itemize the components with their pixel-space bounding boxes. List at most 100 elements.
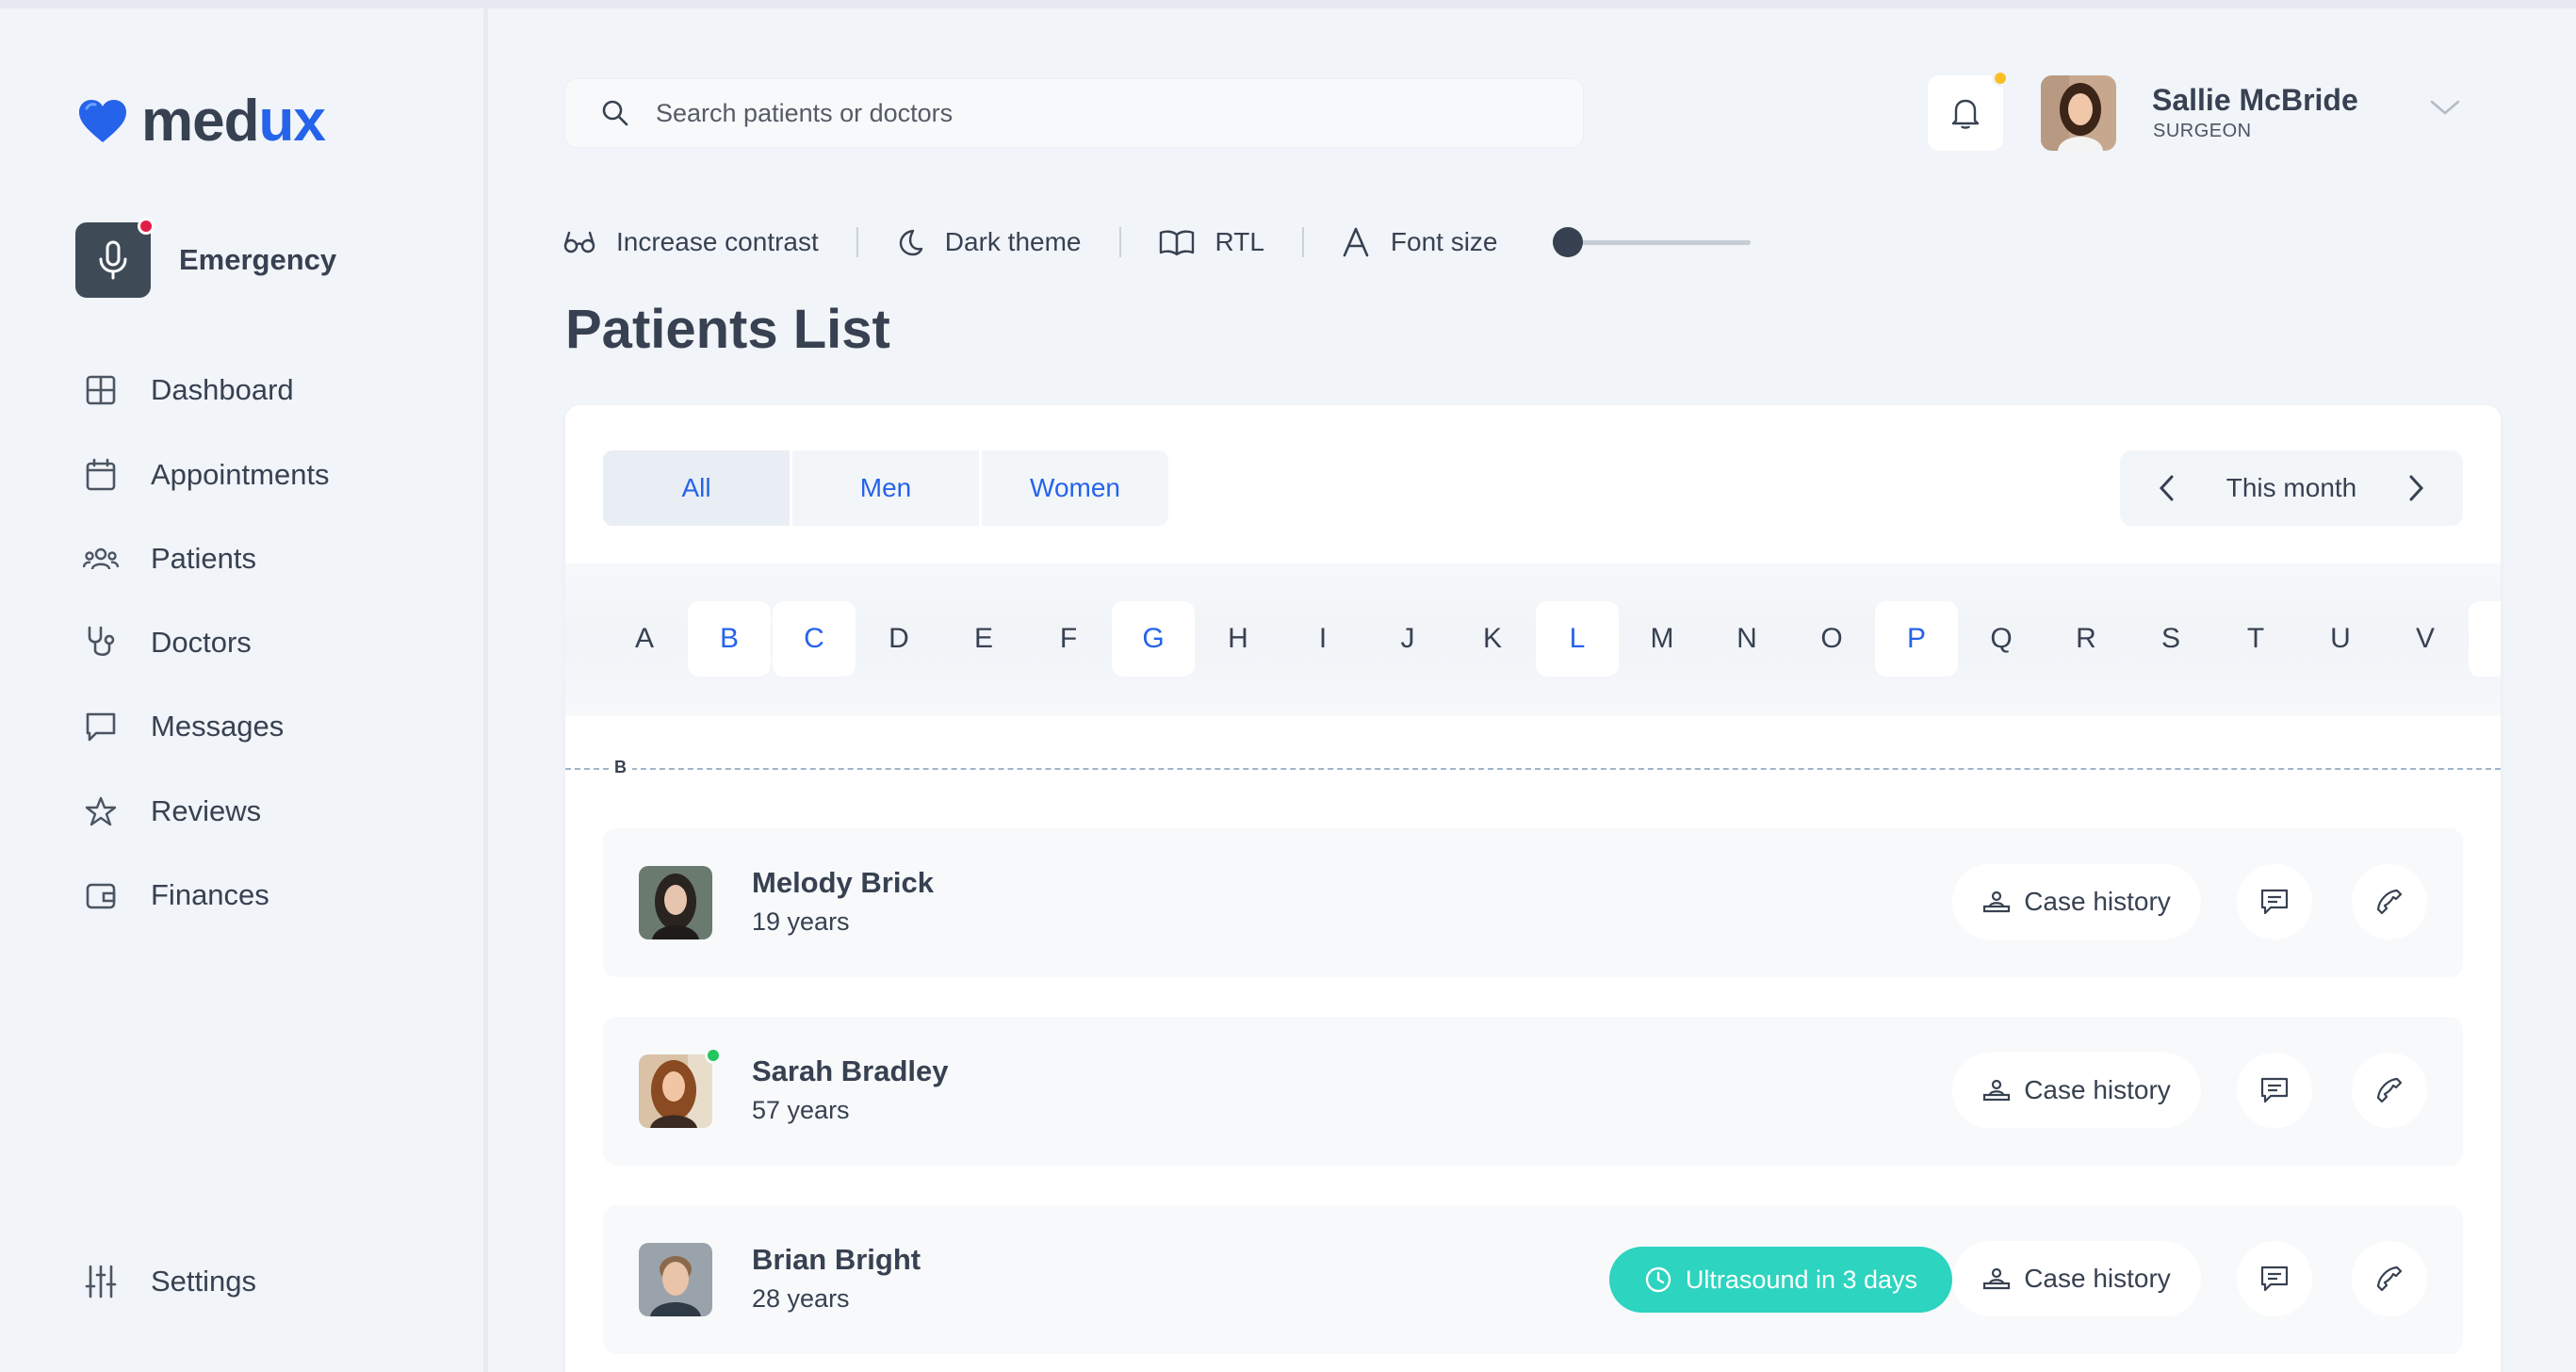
letter-filter-g[interactable]: G: [1112, 601, 1195, 677]
letter-filter-f[interactable]: F: [1027, 601, 1110, 677]
nav-item-finances[interactable]: Finances: [81, 875, 269, 915]
letter-filter-r[interactable]: R: [2045, 601, 2128, 677]
bell-icon: [1951, 97, 1980, 129]
online-status-dot: [705, 1047, 722, 1064]
patient-row[interactable]: Melody Brick 19 years Case history: [603, 828, 2463, 977]
message-button[interactable]: [2237, 1053, 2312, 1128]
patients-card: All Men Women This month ABCDEFGHIJKLMNO…: [565, 405, 2501, 1372]
letter-filter-m[interactable]: M: [1621, 601, 1704, 677]
dark-theme-toggle[interactable]: Dark theme: [896, 227, 1082, 257]
nav-item-settings[interactable]: Settings: [81, 1262, 256, 1301]
patient-avatar[interactable]: [639, 866, 712, 939]
letter-filter-p[interactable]: P: [1875, 601, 1958, 677]
letter-filter-t[interactable]: T: [2214, 601, 2297, 677]
top-strip: [0, 0, 2576, 8]
font-size-slider[interactable]: [1552, 223, 1760, 261]
letter-filter-i[interactable]: I: [1281, 601, 1364, 677]
phone-icon: [2375, 1076, 2404, 1104]
toolbar-separator: [1118, 227, 1121, 257]
toolbar-separator: [1301, 227, 1304, 257]
microphone-icon: [97, 240, 129, 280]
search-bar[interactable]: [565, 79, 1583, 147]
patient-name[interactable]: Brian Bright: [752, 1243, 921, 1277]
emergency-button[interactable]: Emergency: [75, 218, 337, 298]
message-button[interactable]: [2237, 1241, 2312, 1316]
group-divider: [565, 768, 2501, 770]
user-avatar[interactable]: [2041, 75, 2116, 151]
patient-avatar[interactable]: [639, 1243, 712, 1316]
chevron-right-icon[interactable]: [2406, 474, 2425, 502]
case-history-button[interactable]: Case history: [1952, 1053, 2201, 1128]
glasses-icon: [563, 230, 595, 254]
letter-filter-o[interactable]: O: [1790, 601, 1873, 677]
message-button[interactable]: [2237, 864, 2312, 939]
nav-label: Finances: [151, 878, 269, 911]
nav-label: Dashboard: [151, 373, 294, 406]
notifications-button[interactable]: [1928, 70, 2009, 151]
nav-item-dashboard[interactable]: Dashboard: [81, 370, 294, 410]
letter-filter-q[interactable]: Q: [1960, 601, 2043, 677]
call-button[interactable]: [2352, 1241, 2427, 1316]
letter-filter-u[interactable]: U: [2299, 601, 2382, 677]
nav-label: Doctors: [151, 626, 252, 659]
letter-filter-v[interactable]: V: [2384, 601, 2467, 677]
patient-age: 28 years: [752, 1284, 850, 1313]
patient-row[interactable]: Brian Bright 28 years Ultrasound in 3 da…: [603, 1205, 2463, 1354]
nav-item-messages[interactable]: Messages: [81, 707, 284, 746]
nav-item-doctors[interactable]: Doctors: [81, 623, 252, 662]
letter-filter-s[interactable]: S: [2129, 601, 2212, 677]
letter-filter-c[interactable]: C: [773, 601, 856, 677]
letter-filter-h[interactable]: H: [1197, 601, 1280, 677]
nav-label: Reviews: [151, 794, 262, 827]
message-icon: [81, 707, 121, 746]
letter-filter-a[interactable]: A: [603, 601, 686, 677]
moon-icon: [896, 228, 924, 256]
increase-contrast-toggle[interactable]: Increase contrast: [563, 227, 819, 257]
slider-knob[interactable]: [1552, 227, 1583, 257]
appointment-badge-label: Ultrasound in 3 days: [1685, 1265, 1918, 1294]
case-history-label: Case history: [2024, 1264, 2171, 1293]
user-role: SURGEON: [2153, 121, 2252, 141]
message-icon: [2259, 1076, 2290, 1104]
nav-item-appointments[interactable]: Appointments: [81, 455, 330, 495]
dark-theme-label: Dark theme: [944, 227, 1082, 256]
heart-logo-icon: [77, 99, 128, 144]
emergency-mic-tile[interactable]: [75, 218, 155, 298]
case-history-button[interactable]: Case history: [1952, 864, 2201, 939]
tab-women[interactable]: Women: [982, 450, 1168, 526]
patient-name[interactable]: Sarah Bradley: [752, 1054, 949, 1088]
logo[interactable]: medux: [77, 88, 326, 155]
user-name: Sallie McBride: [2152, 83, 2358, 117]
page-title: Patients List: [565, 299, 890, 360]
rtl-label: RTL: [1215, 227, 1264, 256]
patient-avatar[interactable]: [639, 1054, 712, 1128]
letter-filter-d[interactable]: D: [857, 601, 940, 677]
emergency-label: Emergency: [179, 243, 337, 276]
sliders-icon: [81, 1262, 121, 1301]
call-button[interactable]: [2352, 1053, 2427, 1128]
letter-filter-j[interactable]: J: [1366, 601, 1449, 677]
chevron-left-icon[interactable]: [2158, 474, 2177, 502]
letter-filter-b[interactable]: B: [688, 601, 771, 677]
case-history-label: Case history: [2024, 1075, 2171, 1104]
rtl-toggle[interactable]: RTL: [1159, 227, 1264, 257]
font-size-control: Font size: [1342, 227, 1498, 257]
case-history-button[interactable]: Case history: [1952, 1241, 2201, 1316]
patient-name[interactable]: Melody Brick: [752, 866, 934, 900]
letter-filter-n[interactable]: N: [1705, 601, 1788, 677]
nav-item-patients[interactable]: Patients: [81, 539, 256, 579]
chevron-down-icon[interactable]: [2429, 98, 2461, 117]
nav-item-reviews[interactable]: Reviews: [81, 792, 261, 831]
case-history-label: Case history: [2024, 887, 2171, 916]
letter-filter-l[interactable]: L: [1536, 601, 1619, 677]
search-input[interactable]: [656, 98, 1504, 128]
letter-filter-k[interactable]: K: [1451, 601, 1534, 677]
tab-all[interactable]: All: [603, 450, 790, 526]
patient-row[interactable]: Sarah Bradley 57 years Case history: [603, 1017, 2463, 1166]
search-icon: [601, 99, 629, 127]
letter-filter-e[interactable]: E: [942, 601, 1025, 677]
appointment-badge[interactable]: Ultrasound in 3 days: [1609, 1247, 1952, 1313]
tab-men[interactable]: Men: [792, 450, 979, 526]
call-button[interactable]: [2352, 864, 2427, 939]
letter-filter-overflow[interactable]: [2469, 601, 2501, 677]
